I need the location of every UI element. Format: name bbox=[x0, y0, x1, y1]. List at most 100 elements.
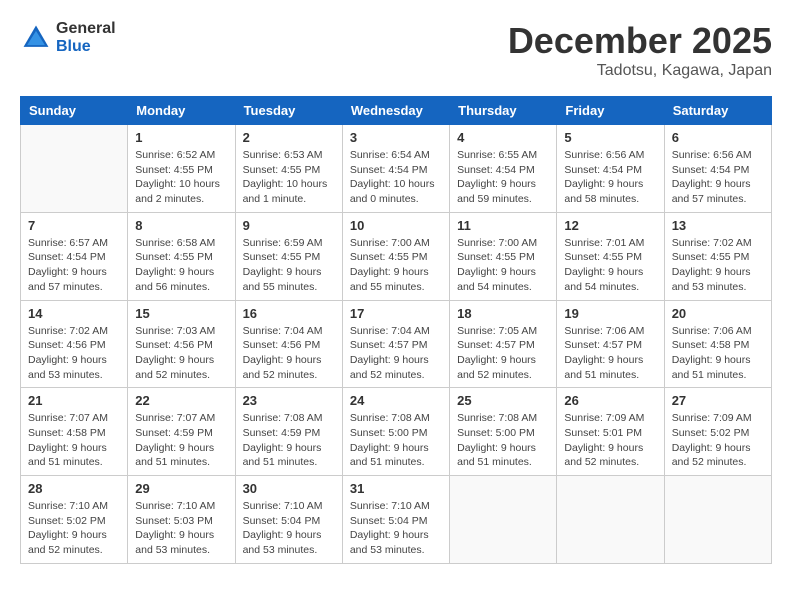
day-info: Sunrise: 7:10 AMSunset: 5:03 PMDaylight:… bbox=[135, 499, 227, 558]
logo-blue-text: Blue bbox=[56, 38, 116, 56]
calendar-cell: 6Sunrise: 6:56 AMSunset: 4:54 PMDaylight… bbox=[664, 125, 771, 213]
page-header: General Blue December 2025 Tadotsu, Kaga… bbox=[20, 20, 772, 80]
day-info: Sunrise: 7:02 AMSunset: 4:55 PMDaylight:… bbox=[672, 236, 764, 295]
calendar-cell: 7 Sunrise: 6:57 AMSunset: 4:54 PMDaylight… bbox=[21, 212, 128, 300]
weekday-header: Saturday bbox=[664, 97, 771, 125]
weekday-header: Friday bbox=[557, 97, 664, 125]
calendar-cell: 11Sunrise: 7:00 AMSunset: 4:55 PMDayligh… bbox=[450, 212, 557, 300]
calendar-cell: 23 Sunrise: 7:08 AMSunset: 4:59 PMDayligh… bbox=[235, 388, 342, 476]
day-number: 13 bbox=[672, 218, 764, 233]
logo-general-text: General bbox=[56, 20, 116, 38]
day-info: Sunrise: 7:08 AMSunset: 5:00 PMDaylight:… bbox=[350, 411, 442, 470]
calendar-cell: 4 Sunrise: 6:55 AMSunset: 4:54 PMDaylight… bbox=[450, 125, 557, 213]
day-number: 16 bbox=[243, 306, 335, 321]
calendar-cell: 1 Sunrise: 6:52 AMSunset: 4:55 PMDaylight… bbox=[128, 125, 235, 213]
calendar-cell: 21 Sunrise: 7:07 AMSunset: 4:58 PMDayligh… bbox=[21, 388, 128, 476]
day-number: 20 bbox=[672, 306, 764, 321]
calendar-header-row: SundayMondayTuesdayWednesdayThursdayFrid… bbox=[21, 97, 772, 125]
day-info: Sunrise: 7:02 AMSunset: 4:56 PMDaylight:… bbox=[28, 324, 120, 383]
calendar-cell: 25Sunrise: 7:08 AMSunset: 5:00 PMDayligh… bbox=[450, 388, 557, 476]
day-info: Sunrise: 7:06 AMSunset: 4:58 PMDaylight:… bbox=[672, 324, 764, 383]
calendar-cell: 16Sunrise: 7:04 AMSunset: 4:56 PMDayligh… bbox=[235, 300, 342, 388]
calendar-cell: 14 Sunrise: 7:02 AMSunset: 4:56 PMDayligh… bbox=[21, 300, 128, 388]
weekday-header: Wednesday bbox=[342, 97, 449, 125]
day-number: 7 bbox=[28, 218, 120, 233]
day-number: 4 bbox=[457, 130, 549, 145]
calendar-cell: 10 Sunrise: 7:00 AMSunset: 4:55 PMDayligh… bbox=[342, 212, 449, 300]
calendar-cell: 18 Sunrise: 7:05 AMSunset: 4:57 PMDayligh… bbox=[450, 300, 557, 388]
day-number: 2 bbox=[243, 130, 335, 145]
day-number: 21 bbox=[28, 393, 120, 408]
day-info: Sunrise: 6:53 AMSunset: 4:55 PMDaylight:… bbox=[243, 148, 335, 207]
day-info: Sunrise: 7:01 AMSunset: 4:55 PMDaylight:… bbox=[564, 236, 656, 295]
month-title: December 2025 bbox=[508, 20, 772, 62]
day-number: 10 bbox=[350, 218, 442, 233]
calendar-table: SundayMondayTuesdayWednesdayThursdayFrid… bbox=[20, 96, 772, 564]
day-number: 24 bbox=[350, 393, 442, 408]
day-info: Sunrise: 6:57 AMSunset: 4:54 PMDaylight:… bbox=[28, 236, 120, 295]
day-number: 14 bbox=[28, 306, 120, 321]
weekday-header: Thursday bbox=[450, 97, 557, 125]
calendar-cell bbox=[21, 125, 128, 213]
location: Tadotsu, Kagawa, Japan bbox=[508, 62, 772, 80]
calendar-cell: 15Sunrise: 7:03 AMSunset: 4:56 PMDayligh… bbox=[128, 300, 235, 388]
day-number: 15 bbox=[135, 306, 227, 321]
calendar-cell: 5 Sunrise: 6:56 AMSunset: 4:54 PMDaylight… bbox=[557, 125, 664, 213]
day-number: 8 bbox=[135, 218, 227, 233]
day-info: Sunrise: 6:54 AMSunset: 4:54 PMDaylight:… bbox=[350, 148, 442, 207]
day-info: Sunrise: 6:55 AMSunset: 4:54 PMDaylight:… bbox=[457, 148, 549, 207]
day-number: 31 bbox=[350, 481, 442, 496]
day-number: 6 bbox=[672, 130, 764, 145]
day-number: 26 bbox=[564, 393, 656, 408]
day-info: Sunrise: 7:00 AMSunset: 4:55 PMDaylight:… bbox=[350, 236, 442, 295]
day-number: 23 bbox=[243, 393, 335, 408]
calendar-week-row: 14 Sunrise: 7:02 AMSunset: 4:56 PMDayligh… bbox=[21, 300, 772, 388]
day-number: 27 bbox=[672, 393, 764, 408]
day-info: Sunrise: 7:07 AMSunset: 4:58 PMDaylight:… bbox=[28, 411, 120, 470]
calendar-cell: 30 Sunrise: 7:10 AMSunset: 5:04 PMDayligh… bbox=[235, 476, 342, 564]
weekday-header: Tuesday bbox=[235, 97, 342, 125]
calendar-week-row: 1 Sunrise: 6:52 AMSunset: 4:55 PMDaylight… bbox=[21, 125, 772, 213]
calendar-cell bbox=[557, 476, 664, 564]
day-number: 12 bbox=[564, 218, 656, 233]
day-number: 19 bbox=[564, 306, 656, 321]
day-number: 11 bbox=[457, 218, 549, 233]
calendar-cell: 2 Sunrise: 6:53 AMSunset: 4:55 PMDaylight… bbox=[235, 125, 342, 213]
calendar-cell: 26 Sunrise: 7:09 AMSunset: 5:01 PMDayligh… bbox=[557, 388, 664, 476]
day-number: 17 bbox=[350, 306, 442, 321]
day-info: Sunrise: 6:56 AMSunset: 4:54 PMDaylight:… bbox=[564, 148, 656, 207]
day-info: Sunrise: 7:06 AMSunset: 4:57 PMDaylight:… bbox=[564, 324, 656, 383]
day-info: Sunrise: 6:59 AMSunset: 4:55 PMDaylight:… bbox=[243, 236, 335, 295]
day-info: Sunrise: 7:10 AMSunset: 5:02 PMDaylight:… bbox=[28, 499, 120, 558]
calendar-cell: 29 Sunrise: 7:10 AMSunset: 5:03 PMDayligh… bbox=[128, 476, 235, 564]
day-info: Sunrise: 7:08 AMSunset: 5:00 PMDaylight:… bbox=[457, 411, 549, 470]
logo-icon bbox=[20, 22, 52, 54]
day-info: Sunrise: 7:10 AMSunset: 5:04 PMDaylight:… bbox=[243, 499, 335, 558]
calendar-cell: 9 Sunrise: 6:59 AMSunset: 4:55 PMDaylight… bbox=[235, 212, 342, 300]
calendar-cell bbox=[450, 476, 557, 564]
calendar-cell: 27 Sunrise: 7:09 AMSunset: 5:02 PMDayligh… bbox=[664, 388, 771, 476]
calendar-cell: 28 Sunrise: 7:10 AMSunset: 5:02 PMDayligh… bbox=[21, 476, 128, 564]
day-number: 28 bbox=[28, 481, 120, 496]
calendar-cell: 31Sunrise: 7:10 AMSunset: 5:04 PMDayligh… bbox=[342, 476, 449, 564]
day-info: Sunrise: 6:58 AMSunset: 4:55 PMDaylight:… bbox=[135, 236, 227, 295]
calendar-week-row: 7 Sunrise: 6:57 AMSunset: 4:54 PMDaylight… bbox=[21, 212, 772, 300]
day-number: 30 bbox=[243, 481, 335, 496]
day-info: Sunrise: 6:52 AMSunset: 4:55 PMDaylight:… bbox=[135, 148, 227, 207]
day-number: 5 bbox=[564, 130, 656, 145]
calendar-cell bbox=[664, 476, 771, 564]
day-info: Sunrise: 7:09 AMSunset: 5:02 PMDaylight:… bbox=[672, 411, 764, 470]
day-number: 3 bbox=[350, 130, 442, 145]
weekday-header: Sunday bbox=[21, 97, 128, 125]
day-number: 29 bbox=[135, 481, 227, 496]
calendar-week-row: 28 Sunrise: 7:10 AMSunset: 5:02 PMDayligh… bbox=[21, 476, 772, 564]
day-info: Sunrise: 7:05 AMSunset: 4:57 PMDaylight:… bbox=[457, 324, 549, 383]
calendar-cell: 3 Sunrise: 6:54 AMSunset: 4:54 PMDaylight… bbox=[342, 125, 449, 213]
day-number: 9 bbox=[243, 218, 335, 233]
title-section: December 2025 Tadotsu, Kagawa, Japan bbox=[508, 20, 772, 80]
day-number: 1 bbox=[135, 130, 227, 145]
day-number: 18 bbox=[457, 306, 549, 321]
logo: General Blue bbox=[20, 20, 116, 55]
day-info: Sunrise: 7:08 AMSunset: 4:59 PMDaylight:… bbox=[243, 411, 335, 470]
day-info: Sunrise: 7:09 AMSunset: 5:01 PMDaylight:… bbox=[564, 411, 656, 470]
